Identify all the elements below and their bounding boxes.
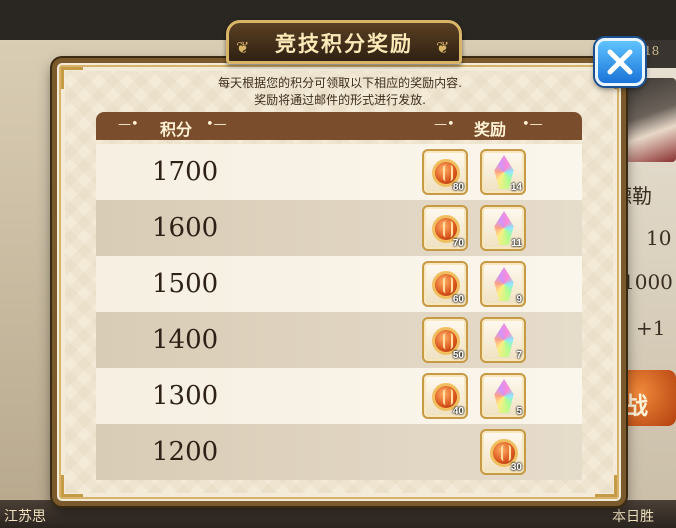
points-threshold: 1400: [152, 325, 219, 355]
background-header-text: 18: [644, 44, 660, 58]
close-button[interactable]: [595, 38, 645, 86]
reward-item[interactable]: 5: [480, 373, 526, 419]
close-icon: [607, 49, 633, 75]
background-bottom-left-text: 江苏思: [4, 509, 46, 525]
crystal-icon: [494, 323, 514, 357]
reward-item[interactable]: 50: [422, 317, 468, 363]
reward-row: 1200 30: [96, 424, 582, 480]
crystal-icon: [494, 379, 514, 413]
reward-item[interactable]: 9: [480, 261, 526, 307]
reward-item[interactable]: 7: [480, 317, 526, 363]
points-threshold: 1500: [152, 269, 219, 299]
frame-corner-ornament: [595, 475, 617, 497]
header-ornament-icon: •—: [522, 117, 543, 132]
reward-row: 1300 40 5: [96, 368, 582, 424]
reward-row: 1700 80 14: [96, 144, 582, 200]
reward-item[interactable]: 70: [422, 205, 468, 251]
reward-item[interactable]: 80: [422, 149, 468, 195]
background-battle-button-text: 战: [624, 391, 648, 420]
reward-quantity: 7: [516, 350, 522, 361]
header-ornament-icon: —•: [118, 117, 139, 132]
crystal-icon: [494, 267, 514, 301]
description-line-1: 每天根据您的积分可领取以下相应的奖励内容.: [218, 76, 462, 90]
reward-quantity: 70: [452, 238, 464, 249]
reward-quantity: 11: [511, 238, 522, 249]
reward-quantity: 14: [510, 182, 522, 193]
reward-item[interactable]: 60: [422, 261, 468, 307]
character-avatar: [618, 78, 676, 162]
header-ornament-icon: —•: [434, 117, 455, 132]
header-ornament-icon: •—: [206, 117, 227, 132]
frame-corner-ornament: [61, 67, 83, 89]
reward-row: 1400 50 7: [96, 312, 582, 368]
reward-row: 1500 60 9: [96, 256, 582, 312]
reward-quantity: 40: [452, 406, 464, 417]
header-points: 积分: [160, 122, 193, 139]
reward-quantity: 60: [452, 294, 464, 305]
reward-quantity: 5: [516, 406, 522, 417]
reward-item[interactable]: 40: [422, 373, 468, 419]
reward-item[interactable]: 14: [480, 149, 526, 195]
reward-quantity: 30: [510, 462, 522, 473]
background-bottom-right-text: 本日胜: [612, 509, 654, 525]
reward-item[interactable]: 11: [480, 205, 526, 251]
reward-item[interactable]: 30: [480, 429, 526, 475]
description-line-2: 奖励将通过邮件的形式进行发放.: [254, 93, 426, 107]
points-threshold: 1600: [152, 213, 219, 243]
header-rewards: 奖励: [474, 122, 507, 139]
background-value-1: 10: [646, 226, 672, 250]
background-value-3: +1: [636, 316, 666, 340]
reward-quantity: 80: [452, 182, 464, 193]
points-threshold: 1200: [152, 437, 219, 467]
background-value-2: 1000: [622, 270, 673, 294]
points-threshold: 1300: [152, 381, 219, 411]
reward-quantity: 50: [452, 350, 464, 361]
frame-corner-ornament: [61, 475, 83, 497]
reward-row: 1600 70 11: [96, 200, 582, 256]
dialog-title: 竞技积分奖励: [275, 31, 413, 56]
reward-quantity: 9: [516, 294, 522, 305]
points-threshold: 1700: [152, 157, 219, 187]
